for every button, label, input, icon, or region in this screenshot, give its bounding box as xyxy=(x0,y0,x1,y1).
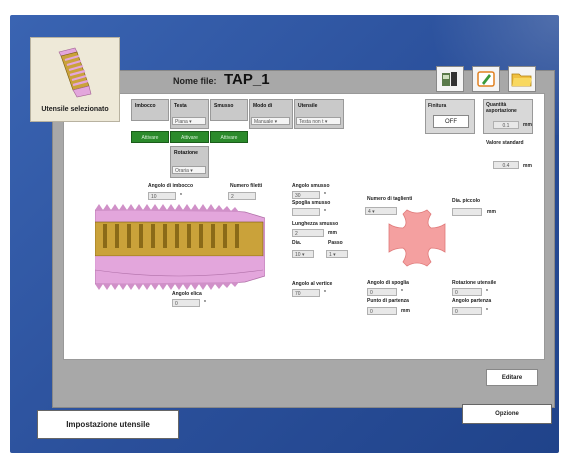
angolo-spoglia-label: Angolo di spoglia xyxy=(367,280,409,286)
folder-icon[interactable] xyxy=(508,66,536,92)
utensile-label: Utensile xyxy=(298,103,318,109)
angolo-imbocco-input[interactable]: 10 xyxy=(148,192,176,200)
passo-input[interactable]: 1 ▾ xyxy=(326,250,348,258)
numero-taglienti-label: Numero di taglienti xyxy=(367,196,413,202)
valore-unit: mm xyxy=(523,163,532,169)
spoglia-smusso-label: Spoglia smusso xyxy=(292,200,331,206)
imbocco-header: Imbocco xyxy=(131,99,169,121)
spoglia-smusso-unit: ° xyxy=(324,209,326,215)
angolo-partenza-label: Angolo partenza xyxy=(452,298,492,304)
utensile-select-value: Testa non t xyxy=(299,119,324,125)
angolo-elica-label: Angolo elica xyxy=(172,291,202,297)
angolo-imbocco-label: Angolo di imbocco xyxy=(148,183,193,189)
modo-label: Modo di xyxy=(253,103,273,109)
filename-label: Nome file: xyxy=(173,76,217,86)
dia-piccolo-input[interactable] xyxy=(452,208,482,216)
rotazione-utensile-label: Rotazione utensile xyxy=(452,280,497,286)
filename-value: TAP_1 xyxy=(224,71,270,88)
angolo-smusso-label: Angolo smusso xyxy=(292,183,330,189)
imbocco-activate-button[interactable]: Attivare xyxy=(131,131,169,143)
spoglia-smusso-input[interactable] xyxy=(292,208,320,216)
dia-value: 10 xyxy=(295,252,301,258)
imbocco-label: Imbocco xyxy=(135,103,156,109)
angolo-vertice-label: Angolo al vertice xyxy=(292,281,333,287)
rotazione-select[interactable]: Oraria ▾ xyxy=(172,166,206,174)
dia-piccolo-unit: mm xyxy=(487,209,496,215)
dia-input[interactable]: 10 ▾ xyxy=(292,250,314,258)
punto-partenza-label: Punto di partenza xyxy=(367,298,409,304)
finitura-toggle[interactable]: OFF xyxy=(433,115,469,128)
testa-activate-button[interactable]: Attivare xyxy=(170,131,209,143)
numero-taglienti-value: 4 xyxy=(368,209,371,215)
smusso-activate-button[interactable]: Attivare xyxy=(210,131,248,143)
tap-thumbnail-icon xyxy=(58,47,92,98)
utensile-select[interactable]: Testa non t ▾ xyxy=(296,117,341,125)
quantita-input[interactable]: 0.1 xyxy=(493,121,519,129)
modo-select-value: Manuale xyxy=(254,119,274,125)
testa-select[interactable]: Piana ▾ xyxy=(172,117,206,125)
selected-tool-box[interactable]: Utensile selezionato xyxy=(30,37,120,122)
opzione-button[interactable]: Opzione xyxy=(462,404,552,424)
dia-piccolo-label: Dia. piccolo xyxy=(452,198,481,204)
rotazione-utensile-unit: ° xyxy=(486,289,488,295)
valore-label: Valore standard xyxy=(486,140,524,146)
angolo-elica-unit: ° xyxy=(204,300,206,306)
passo-label: Passo xyxy=(328,240,343,246)
punto-partenza-input[interactable]: 0 xyxy=(367,307,397,315)
lunghezza-smusso-label: Lunghezza smusso xyxy=(292,221,339,227)
angolo-spoglia-input[interactable]: 0 xyxy=(367,288,397,296)
lunghezza-smusso-unit: mm xyxy=(328,230,337,236)
edit-icon[interactable] xyxy=(472,66,500,92)
rotazione-select-value: Oraria xyxy=(175,168,189,174)
angolo-imbocco-unit: ° xyxy=(180,193,182,199)
angolo-elica-input[interactable]: 0 xyxy=(172,299,200,307)
punto-partenza-unit: mm xyxy=(401,308,410,314)
modo-select[interactable]: Manuale ▾ xyxy=(251,117,290,125)
machine-icon[interactable] xyxy=(436,66,464,92)
numero-filetti-input[interactable]: 2 xyxy=(228,192,256,200)
quantita-label: Quantità asportazione xyxy=(486,102,517,114)
angolo-vertice-unit: ° xyxy=(324,290,326,296)
numero-filetti-label: Numero filetti xyxy=(230,183,263,189)
smusso-label: Smusso xyxy=(214,103,234,109)
testa-select-value: Piana xyxy=(175,119,188,125)
angolo-smusso-input[interactable]: 30 xyxy=(292,191,320,199)
impostazione-utensile-tab[interactable]: Impostazione utensile xyxy=(37,410,179,439)
passo-value: 1 xyxy=(329,252,332,258)
angolo-vertice-input[interactable]: 70 xyxy=(292,289,320,297)
editare-button[interactable]: Editare xyxy=(486,369,538,386)
tap-side-view xyxy=(95,204,265,290)
angolo-partenza-unit: ° xyxy=(486,308,488,314)
angolo-spoglia-unit: ° xyxy=(401,289,403,295)
testa-label: Testa xyxy=(174,103,187,109)
cross-section-view xyxy=(388,209,446,267)
lunghezza-smusso-input[interactable]: 2 xyxy=(292,229,324,237)
selected-tool-label: Utensile selezionato xyxy=(41,106,109,113)
valore-input[interactable]: 0.4 xyxy=(493,161,519,169)
angolo-partenza-input[interactable]: 0 xyxy=(452,307,482,315)
rotazione-utensile-input[interactable]: 0 xyxy=(452,288,482,296)
dia-label: Dia. xyxy=(292,240,302,246)
angolo-smusso-unit: ° xyxy=(324,192,326,198)
rotazione-label: Rotazione xyxy=(174,150,198,156)
quantita-unit: mm xyxy=(523,122,532,128)
smusso-header: Smusso xyxy=(210,99,248,121)
finitura-label: Finitura xyxy=(428,103,447,109)
